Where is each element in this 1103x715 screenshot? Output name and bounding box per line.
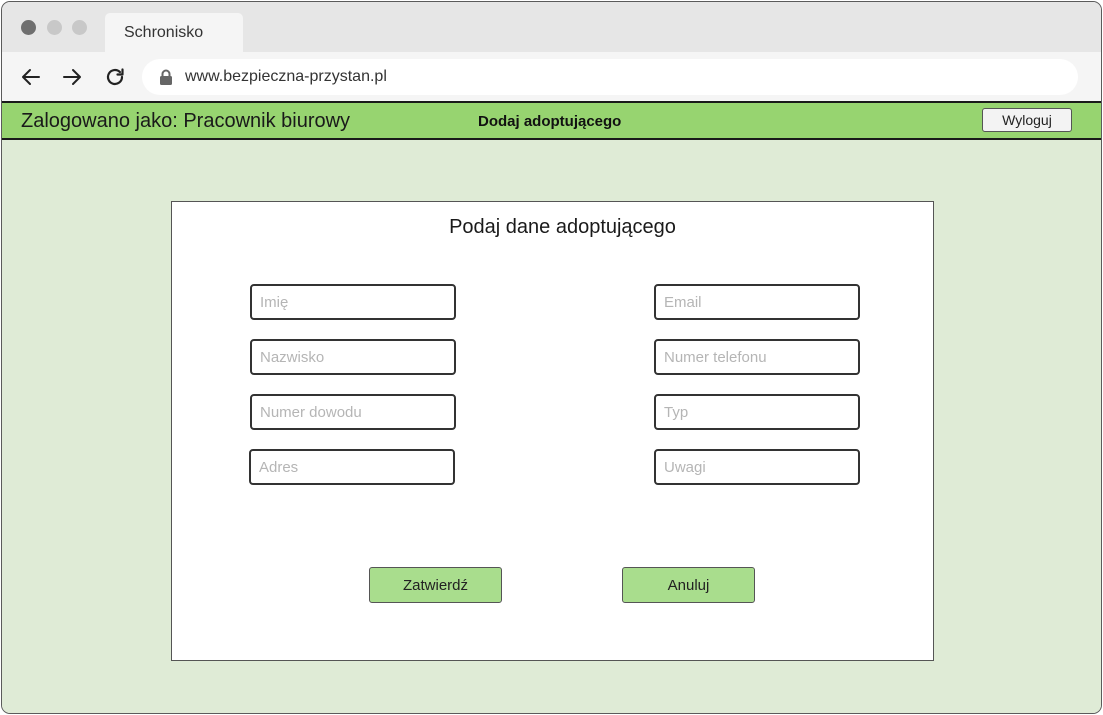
last-name-input[interactable] — [250, 339, 456, 375]
app-header: Zalogowano jako: Pracownik biurowy Dodaj… — [2, 101, 1101, 140]
back-arrow-icon[interactable] — [19, 65, 43, 89]
window-minimize-dot[interactable] — [47, 20, 62, 35]
browser-tab[interactable]: Schronisko — [105, 13, 243, 52]
forward-arrow-icon[interactable] — [60, 65, 84, 89]
browser-window: Schronisko www.bezpieczna-przystan.pl Za… — [1, 1, 1102, 714]
cancel-button[interactable]: Anuluj — [622, 567, 755, 603]
form-title: Podaj dane adoptującego — [449, 216, 676, 238]
browser-titlebar: Schronisko — [2, 2, 1101, 52]
id-number-input[interactable] — [250, 394, 456, 430]
phone-input[interactable] — [654, 339, 860, 375]
browser-toolbar: www.bezpieczna-przystan.pl — [2, 52, 1101, 101]
window-maximize-dot[interactable] — [72, 20, 87, 35]
logged-in-user-label: Zalogowano jako: Pracownik biurowy — [21, 110, 351, 132]
main-content: Podaj dane adoptującego Zatwierdź Anuluj — [2, 140, 1101, 713]
first-name-input[interactable] — [250, 284, 456, 320]
url-text: www.bezpieczna-przystan.pl — [185, 68, 387, 85]
tab-title: Schronisko — [124, 24, 204, 41]
submit-button[interactable]: Zatwierdź — [369, 567, 502, 603]
lock-icon — [158, 69, 174, 85]
window-close-dot[interactable] — [21, 20, 36, 35]
address-input[interactable] — [249, 449, 455, 485]
notes-input[interactable] — [654, 449, 860, 485]
type-input[interactable] — [654, 394, 860, 430]
email-input[interactable] — [654, 284, 860, 320]
logout-button[interactable]: Wyloguj — [982, 108, 1072, 132]
page-title: Dodaj adoptującego — [478, 113, 622, 130]
reload-icon[interactable] — [103, 65, 127, 89]
address-bar[interactable]: www.bezpieczna-przystan.pl — [142, 59, 1078, 95]
adopter-form-panel: Podaj dane adoptującego Zatwierdź Anuluj — [171, 201, 934, 661]
